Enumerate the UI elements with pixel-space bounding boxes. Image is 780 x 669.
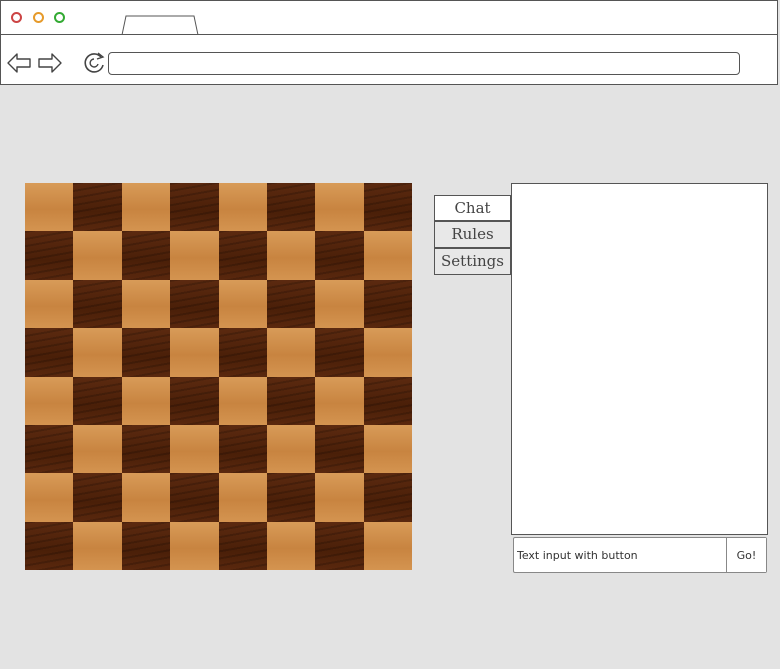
board-square[interactable] <box>170 231 219 280</box>
board-square[interactable] <box>170 376 219 425</box>
board-square[interactable] <box>315 473 364 522</box>
window-close-button[interactable] <box>11 12 22 23</box>
board-square[interactable] <box>170 521 219 570</box>
board-square[interactable] <box>25 328 74 377</box>
board-square[interactable] <box>266 279 316 329</box>
board-square[interactable] <box>218 231 267 280</box>
board-square[interactable] <box>363 376 412 425</box>
board-square[interactable] <box>315 424 364 474</box>
board-square[interactable] <box>25 183 74 232</box>
board-square[interactable] <box>121 279 171 329</box>
board-square[interactable] <box>363 231 412 280</box>
board-square[interactable] <box>73 183 122 232</box>
board-square[interactable] <box>170 328 219 377</box>
board-square[interactable] <box>218 424 267 474</box>
board-square[interactable] <box>266 376 316 425</box>
board-square[interactable] <box>218 521 267 570</box>
board-square[interactable] <box>218 328 267 377</box>
board-square[interactable] <box>266 473 316 522</box>
board-square[interactable] <box>218 279 267 329</box>
board-square[interactable] <box>315 231 364 280</box>
chess-board[interactable] <box>25 183 412 570</box>
tab-chat[interactable]: Chat <box>434 195 511 221</box>
window-titlebar <box>0 0 778 34</box>
board-square[interactable] <box>218 473 267 522</box>
board-square[interactable] <box>73 231 122 280</box>
forward-icon[interactable] <box>37 50 63 76</box>
board-square[interactable] <box>218 183 267 232</box>
go-button[interactable]: Go! <box>726 538 766 572</box>
board-square[interactable] <box>363 521 412 570</box>
chat-text-input[interactable] <box>514 538 726 572</box>
board-square[interactable] <box>315 328 364 377</box>
tab-settings[interactable]: Settings <box>434 248 511 275</box>
board-square[interactable] <box>25 376 74 425</box>
board-square[interactable] <box>315 521 364 570</box>
board-square[interactable] <box>121 183 171 232</box>
board-square[interactable] <box>121 521 171 570</box>
browser-tab[interactable] <box>121 15 199 35</box>
board-square[interactable] <box>25 521 74 570</box>
board-square[interactable] <box>121 231 171 280</box>
board-square[interactable] <box>315 183 364 232</box>
board-square[interactable] <box>315 279 364 329</box>
board-square[interactable] <box>121 424 171 474</box>
board-square[interactable] <box>25 231 74 280</box>
board-square[interactable] <box>73 376 122 425</box>
board-square[interactable] <box>266 183 316 232</box>
board-square[interactable] <box>121 376 171 425</box>
back-icon[interactable] <box>6 50 32 76</box>
board-square[interactable] <box>73 328 122 377</box>
window-minimize-button[interactable] <box>33 12 44 23</box>
board-square[interactable] <box>266 521 316 570</box>
board-square[interactable] <box>25 279 74 329</box>
board-square[interactable] <box>73 473 122 522</box>
board-square[interactable] <box>73 424 122 474</box>
board-square[interactable] <box>73 521 122 570</box>
board-square[interactable] <box>25 424 74 474</box>
board-square[interactable] <box>266 424 316 474</box>
board-square[interactable] <box>170 424 219 474</box>
board-square[interactable] <box>363 183 412 232</box>
board-square[interactable] <box>121 328 171 377</box>
reload-icon[interactable] <box>81 50 107 76</box>
board-square[interactable] <box>73 279 122 329</box>
board-square[interactable] <box>170 183 219 232</box>
board-square[interactable] <box>218 376 267 425</box>
address-bar[interactable] <box>108 52 740 75</box>
board-square[interactable] <box>363 279 412 329</box>
board-square[interactable] <box>266 231 316 280</box>
chat-messages-panel[interactable] <box>511 183 768 535</box>
board-square[interactable] <box>170 279 219 329</box>
window-maximize-button[interactable] <box>54 12 65 23</box>
board-square[interactable] <box>363 424 412 474</box>
board-square[interactable] <box>363 328 412 377</box>
board-square[interactable] <box>266 328 316 377</box>
tab-rules[interactable]: Rules <box>434 221 511 248</box>
board-square[interactable] <box>121 473 171 522</box>
board-square[interactable] <box>315 376 364 425</box>
board-square[interactable] <box>25 473 74 522</box>
board-square[interactable] <box>170 473 219 522</box>
board-square[interactable] <box>363 473 412 522</box>
